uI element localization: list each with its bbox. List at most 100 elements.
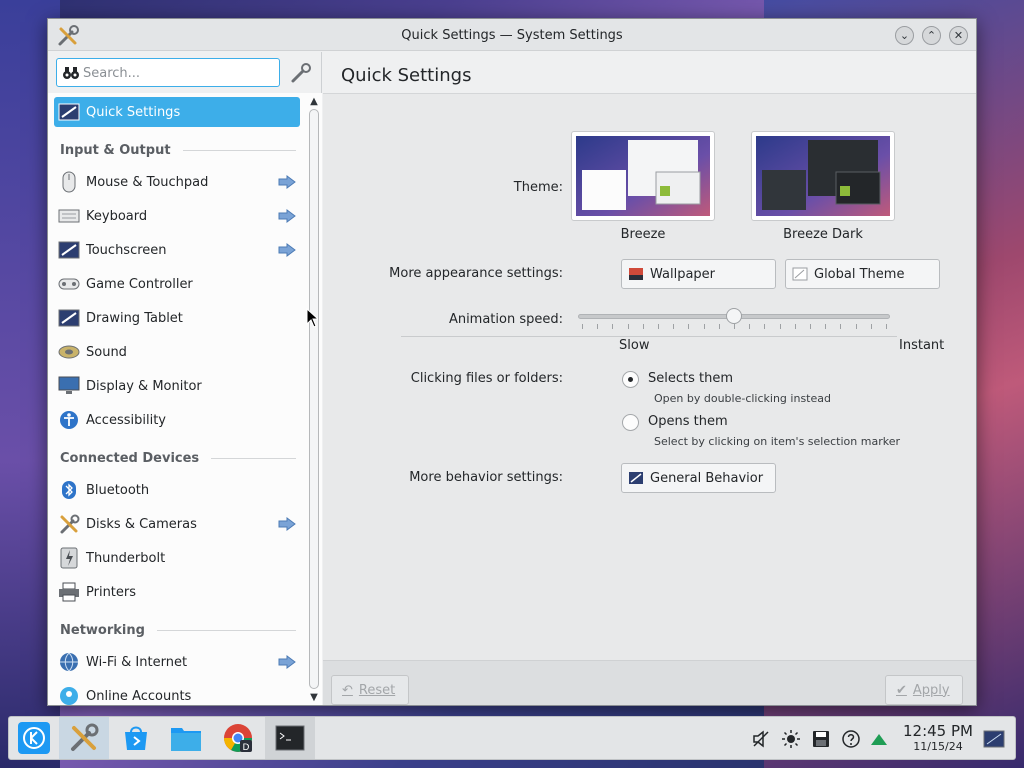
window-title: Quick Settings — System Settings [401, 28, 623, 43]
help-icon[interactable] [841, 729, 861, 749]
sidebar-item-printers[interactable]: Printers [54, 577, 300, 607]
global-theme-icon [792, 267, 808, 281]
slider-min-label: Slow [619, 338, 650, 353]
general-behavior-button[interactable]: General Behavior [621, 463, 776, 493]
sidebar-item-label: Online Accounts [86, 688, 192, 704]
printer-icon [58, 581, 80, 603]
sidebar-item-label: Touchscreen [86, 242, 167, 258]
taskbar-system-settings[interactable] [59, 717, 109, 759]
sidebar-item-game-controller[interactable]: Game Controller [54, 269, 300, 299]
sidebar: Quick Settings Input & Output Mouse & To… [48, 52, 322, 705]
network-up-icon[interactable] [869, 729, 889, 749]
sidebar-item-thunderbolt[interactable]: Thunderbolt [54, 543, 300, 573]
wallpaper-icon [629, 268, 643, 280]
application-launcher[interactable] [9, 717, 59, 759]
titlebar[interactable]: Quick Settings — System Settings ⌄ ⌃ ✕ [48, 19, 976, 51]
page-title: Quick Settings [341, 65, 472, 86]
arrow-right-icon [278, 517, 296, 531]
slider-tick [612, 324, 614, 329]
scroll-down-icon[interactable]: ▼ [308, 691, 320, 703]
sidebar-item-label: Mouse & Touchpad [86, 174, 209, 190]
search-box[interactable] [56, 58, 280, 87]
arrow-right-icon [278, 243, 296, 257]
maximize-button[interactable]: ⌃ [922, 26, 941, 45]
sidebar-item-drawing-tablet[interactable]: Drawing Tablet [54, 303, 300, 333]
slider-tick [749, 324, 751, 329]
taskbar-terminal[interactable] [265, 717, 315, 759]
volume-muted-icon[interactable] [751, 729, 771, 749]
arrow-right-icon [278, 209, 296, 223]
sidebar-item-sound[interactable]: Sound [54, 337, 300, 367]
taskbar-discover[interactable] [111, 717, 161, 759]
radio-selects-them[interactable] [622, 371, 639, 388]
sidebar-item-label: Drawing Tablet [86, 310, 183, 326]
apply-button[interactable]: ✔ Apply [885, 675, 963, 705]
close-button[interactable]: ✕ [949, 26, 968, 45]
theme-label: Theme: [513, 180, 563, 195]
sidebar-item-quick-settings[interactable]: Quick Settings [54, 97, 300, 127]
radio-opens-them[interactable] [622, 414, 639, 431]
sidebar-item-label: Keyboard [86, 208, 148, 224]
disk-icon[interactable] [811, 729, 831, 749]
sidebar-item-accessibility[interactable]: Accessibility [54, 405, 300, 435]
sidebar-item-touchscreen[interactable]: Touchscreen [54, 235, 300, 265]
sidebar-item-wifi-internet[interactable]: Wi-Fi & Internet [54, 647, 300, 677]
sidebar-item-keyboard[interactable]: Keyboard [54, 201, 300, 231]
slider-tick [718, 324, 720, 329]
slider-tick [855, 324, 857, 329]
globe-icon [58, 651, 80, 673]
taskbar-chrome[interactable]: D [213, 717, 263, 759]
reset-button[interactable]: ↶ Reset [331, 675, 409, 705]
wallpaper-button[interactable]: Wallpaper [621, 259, 776, 289]
theme-name-breeze-dark: Breeze Dark [783, 227, 863, 242]
breeze-preview-image [576, 136, 710, 216]
discover-store-icon [125, 726, 147, 750]
sidebar-item-mouse-touchpad[interactable]: Mouse & Touchpad [54, 167, 300, 197]
keyboard-icon [58, 205, 80, 227]
slider-tick [734, 324, 735, 329]
option-opens-them-label[interactable]: Opens them [648, 414, 728, 429]
sidebar-scrollbar[interactable]: ▲ ▼ [306, 93, 322, 705]
option-opens-them-hint: Select by clicking on item's selection m… [654, 435, 900, 448]
theme-card-breeze-dark[interactable] [751, 131, 895, 221]
arrow-right-icon [278, 175, 296, 189]
section-header-connected-devices: Connected Devices [60, 448, 296, 468]
brightness-icon[interactable] [781, 729, 801, 749]
accounts-icon [58, 685, 80, 705]
taskbar-file-manager[interactable] [161, 717, 211, 759]
show-desktop-icon[interactable] [983, 729, 1005, 749]
slider-handle[interactable] [726, 308, 742, 324]
category-list: Quick Settings Input & Output Mouse & To… [48, 93, 306, 705]
sidebar-item-label: Thunderbolt [86, 550, 166, 566]
configure-icon[interactable] [288, 60, 314, 86]
sidebar-item-label: Quick Settings [86, 104, 181, 120]
scrollbar-track[interactable] [309, 109, 319, 689]
general-behavior-button-label: General Behavior [650, 470, 764, 486]
main-panel: Quick Settings Theme: Breeze Breeze Dark… [323, 52, 976, 705]
search-input[interactable] [83, 62, 273, 84]
clock-time[interactable]: 12:45 PM [899, 722, 977, 740]
slider-tick [597, 324, 599, 329]
tablet-icon [58, 307, 80, 329]
bluetooth-icon [58, 479, 80, 501]
taskbar: D 12:45 PM 11/15/24 [8, 716, 1016, 760]
sidebar-item-label: Game Controller [86, 276, 193, 292]
minimize-button[interactable]: ⌄ [895, 26, 914, 45]
slider-tick [688, 324, 690, 329]
slider-tick [582, 324, 583, 329]
clock-date[interactable]: 11/15/24 [899, 740, 977, 753]
theme-card-breeze[interactable] [571, 131, 715, 221]
mouse-icon [58, 171, 80, 193]
slider-tick [642, 324, 644, 329]
quick-settings-content: Theme: Breeze Breeze Dark More appearanc… [323, 94, 976, 660]
sidebar-item-bluetooth[interactable]: Bluetooth [54, 475, 300, 505]
quick-settings-icon [58, 101, 80, 123]
option-selects-them-label[interactable]: Selects them [648, 371, 733, 386]
scroll-up-icon[interactable]: ▲ [308, 95, 320, 107]
sidebar-item-display-monitor[interactable]: Display & Monitor [54, 371, 300, 401]
option-selects-them-hint: Open by double-clicking instead [654, 392, 831, 405]
global-theme-button[interactable]: Global Theme [785, 259, 940, 289]
sidebar-item-online-accounts[interactable]: Online Accounts [54, 681, 300, 705]
wallpaper-button-label: Wallpaper [650, 266, 716, 282]
sidebar-item-disks-cameras[interactable]: Disks & Cameras [54, 509, 300, 539]
